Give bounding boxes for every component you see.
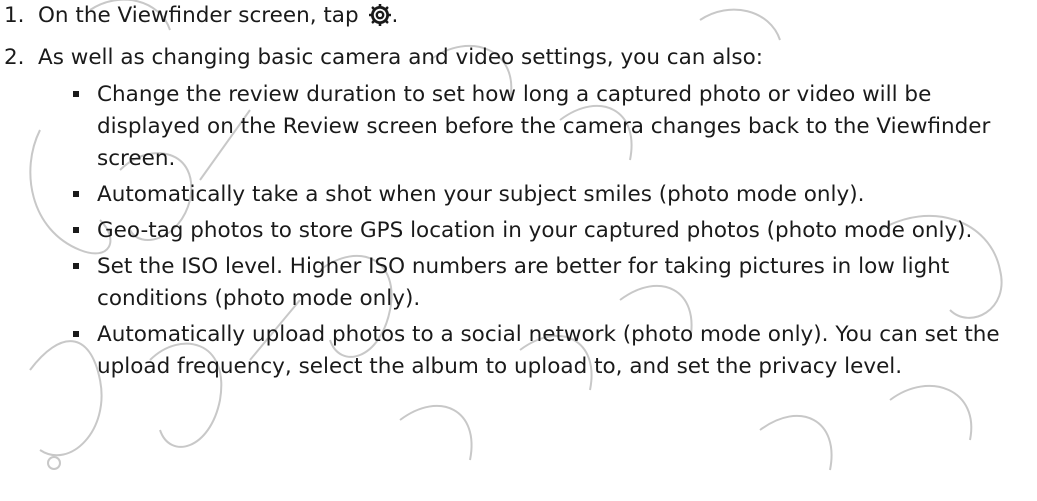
- list-item-text: Automatically upload photos to a social …: [97, 322, 1000, 379]
- list-item-text: Change the review duration to set how lo…: [97, 82, 991, 171]
- list-item-text: Set the ISO level. Higher ISO numbers ar…: [97, 254, 950, 311]
- list-item-text: Automatically take a shot when your subj…: [97, 182, 865, 207]
- list-item-text: Geo-tag photos to store GPS location in …: [97, 218, 973, 243]
- gear-icon: [368, 3, 392, 27]
- step-1: 1. On the Viewfinder screen, tap .: [0, 0, 1037, 32]
- step-number: 2.: [4, 45, 25, 70]
- bullet-icon: [73, 191, 79, 197]
- list-item: Geo-tag photos to store GPS location in …: [0, 215, 1037, 247]
- list-item: Set the ISO level. Higher ISO numbers ar…: [0, 251, 1037, 315]
- list-item: Automatically take a shot when your subj…: [0, 179, 1037, 211]
- bullet-icon: [73, 263, 79, 269]
- document-page: 1. On the Viewfinder screen, tap . 2. As w…: [0, 0, 1037, 501]
- step-2: 2. As well as changing basic camera and v…: [0, 42, 1037, 74]
- step-text: As well as changing basic camera and vid…: [38, 45, 763, 70]
- list-item: Change the review duration to set how lo…: [0, 79, 1037, 175]
- bullet-icon: [73, 331, 79, 337]
- step-text-end: .: [391, 3, 399, 28]
- list-item: Automatically upload photos to a social …: [0, 319, 1037, 383]
- bullet-icon: [73, 227, 79, 233]
- bullet-icon: [73, 91, 79, 97]
- instructions: 1. On the Viewfinder screen, tap . 2. As w…: [0, 0, 1037, 387]
- option-list: Change the review duration to set how lo…: [0, 79, 1037, 383]
- step-text: On the Viewfinder screen, tap: [38, 3, 366, 28]
- step-number: 1.: [4, 3, 25, 28]
